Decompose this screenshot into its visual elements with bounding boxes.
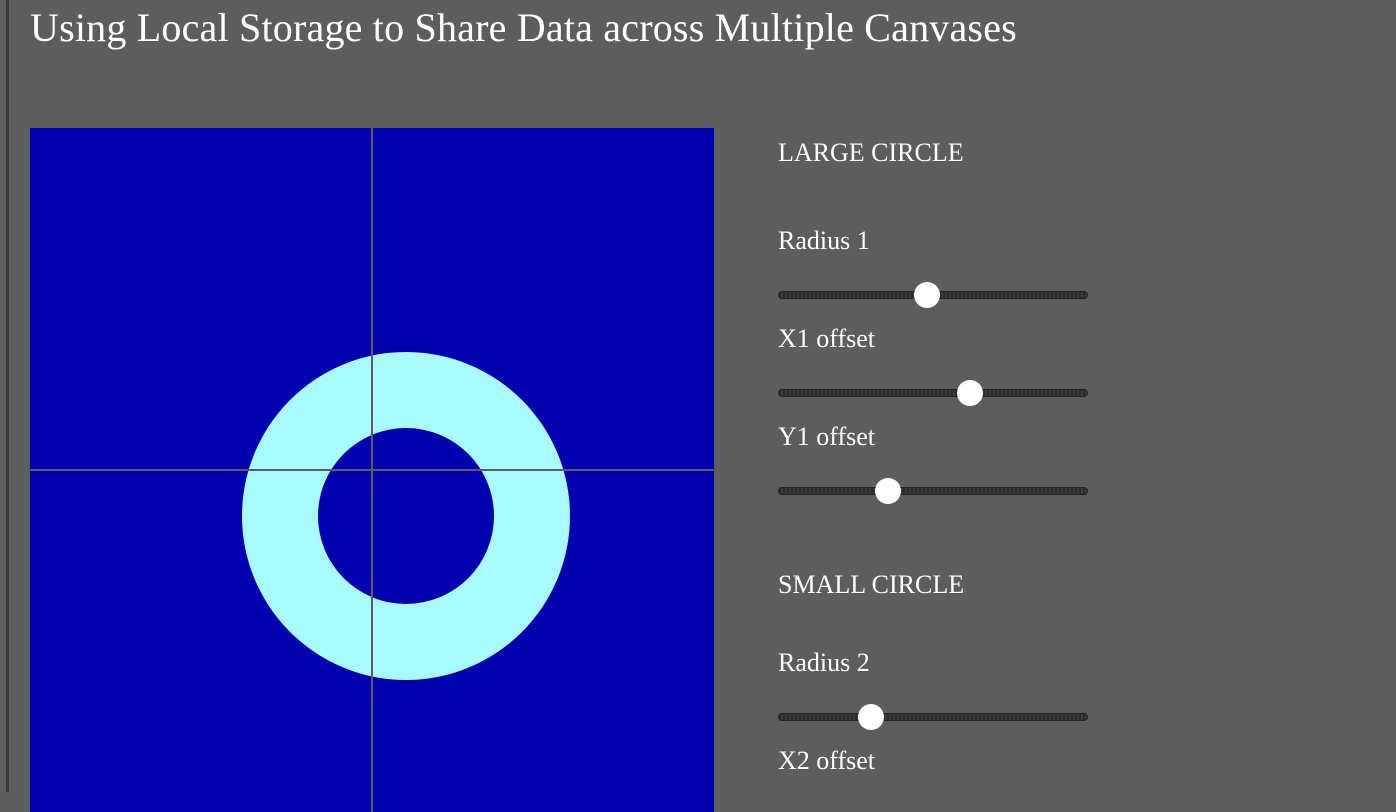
left-border-rule	[6, 0, 9, 792]
x1-offset-label: X1 offset	[778, 324, 1098, 354]
canvas-bottom-right[interactable]	[373, 471, 714, 812]
ring-shape	[373, 471, 714, 812]
canvas-bottom-left[interactable]	[30, 471, 371, 812]
ring-shape	[30, 471, 371, 812]
canvas-grid	[30, 128, 714, 812]
page-title: Using Local Storage to Share Data across…	[30, 0, 1396, 51]
radius-1-slider[interactable]	[778, 291, 1088, 299]
page: Using Local Storage to Share Data across…	[30, 0, 1396, 792]
y1-offset-label: Y1 offset	[778, 422, 1098, 452]
controls-panel: LARGE CIRCLE Radius 1 X1 offset Y1 offse…	[778, 128, 1098, 812]
radius-2-slider[interactable]	[778, 713, 1088, 721]
canvas-top-left[interactable]	[30, 128, 371, 469]
ring-shape	[373, 128, 714, 469]
x1-offset-slider[interactable]	[778, 389, 1088, 397]
content-row: LARGE CIRCLE Radius 1 X1 offset Y1 offse…	[30, 128, 1098, 812]
radius-2-label: Radius 2	[778, 648, 1098, 678]
small-circle-heading: SMALL CIRCLE	[778, 570, 1098, 600]
x2-offset-label: X2 offset	[778, 746, 1098, 776]
canvas-top-right[interactable]	[373, 128, 714, 469]
ring-shape	[30, 128, 371, 469]
y1-offset-slider[interactable]	[778, 487, 1088, 495]
large-circle-heading: LARGE CIRCLE	[778, 138, 1098, 168]
radius-1-label: Radius 1	[778, 226, 1098, 256]
